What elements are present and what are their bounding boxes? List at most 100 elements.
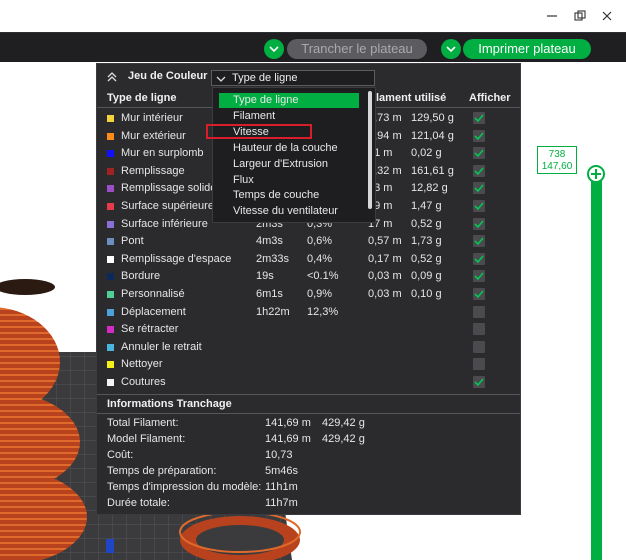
main-toolbar: Trancher le plateau Imprimer plateau	[0, 32, 626, 62]
row-length: 0,57 m	[368, 235, 402, 248]
dropdown-option[interactable]: Vitesse du ventilateur	[233, 205, 338, 217]
slice-plate-button[interactable]: Trancher le plateau	[287, 39, 427, 59]
row-weight: 0,52 g	[411, 217, 442, 230]
summary-title: Informations Tranchage	[107, 398, 232, 410]
summary-weight: 429,42 g	[322, 433, 365, 445]
row-weight: 121,04 g	[411, 129, 454, 142]
color-swatch	[107, 185, 114, 193]
display-checkbox[interactable]	[473, 340, 485, 353]
color-swatch	[107, 291, 114, 298]
summary-value: 10,73	[265, 449, 293, 461]
checkmark-icon	[474, 220, 484, 228]
row-time: 1h22m	[256, 305, 290, 318]
row-label: Personnalisé	[121, 288, 185, 300]
checkmark-icon	[474, 149, 484, 158]
row-weight: 129,50 g	[411, 112, 454, 124]
color-swatch	[107, 220, 114, 228]
display-checkbox[interactable]	[473, 112, 485, 124]
summary-divider-top	[97, 394, 520, 395]
dropdown-option[interactable]: Type de ligne	[233, 94, 298, 106]
layer-slider-track[interactable]	[591, 172, 602, 560]
dropdown-scrollbar[interactable]	[368, 91, 372, 209]
line-type-row: Annuler le retrait	[97, 339, 520, 357]
display-checkbox[interactable]	[473, 182, 485, 195]
display-checkbox[interactable]	[473, 235, 485, 248]
summary-label: Durée totale:	[107, 497, 170, 509]
display-checkbox[interactable]	[473, 288, 485, 300]
display-checkbox[interactable]	[473, 129, 485, 142]
summary-row: Model Filament: 141,69 m 429,42 g	[97, 432, 520, 448]
color-swatch	[107, 361, 114, 369]
display-checkbox[interactable]	[473, 376, 485, 388]
color-swatch	[107, 343, 114, 351]
summary-value: 11h1m	[265, 481, 298, 493]
row-time: 2m33s	[256, 252, 290, 265]
line-type-row: Remplissage d'espace 2m33s 0,4% 0,17 m 0,52 …	[97, 251, 520, 269]
line-type-row: Se rétracter	[97, 321, 520, 339]
layer-slider-handle[interactable]	[587, 165, 605, 183]
checkmark-icon	[474, 378, 484, 387]
collapse-chevron-icon[interactable]	[105, 70, 119, 84]
display-checkbox[interactable]	[473, 200, 485, 212]
line-type-row: Coutures	[97, 374, 520, 392]
checkmark-icon	[474, 184, 484, 193]
checkmark-icon	[474, 272, 484, 281]
print-options-chevron-icon[interactable]	[441, 39, 461, 59]
row-weight: 0,52 g	[411, 252, 442, 265]
summary-value: 141,69 m	[265, 417, 311, 429]
color-swatch	[107, 132, 114, 140]
row-label: Remplissage	[121, 164, 185, 177]
dropdown-option[interactable]: Filament	[233, 110, 275, 122]
plus-icon	[591, 169, 601, 179]
checkmark-icon	[474, 132, 484, 140]
line-type-row: Déplacement 1h22m 12,3%	[97, 304, 520, 322]
dropdown-option[interactable]: Temps de couche	[233, 189, 319, 201]
line-type-row: Bordure 19s <0.1% 0,03 m 0,09 g	[97, 268, 520, 286]
display-checkbox[interactable]	[473, 305, 485, 318]
layer-number: 738	[548, 149, 566, 160]
color-swatch	[107, 150, 114, 158]
dropdown-option[interactable]: Flux	[233, 174, 254, 186]
chevron-down-icon	[216, 76, 226, 82]
display-checkbox[interactable]	[473, 217, 485, 230]
summary-value: 11h7m	[265, 497, 298, 509]
row-label: Se rétracter	[121, 323, 179, 336]
line-type-row: Personnalisé 6m1s 0,9% 0,03 m 0,10 g	[97, 286, 520, 304]
summary-label: Coût:	[107, 449, 134, 461]
restore-icon[interactable]	[573, 9, 587, 23]
dropdown-option[interactable]: Hauteur de la couche	[233, 142, 338, 154]
color-swatch	[107, 115, 114, 122]
color-swatch	[107, 255, 114, 263]
display-checkbox[interactable]	[473, 323, 485, 336]
color-swatch	[107, 273, 114, 281]
view-type-select[interactable]: Type de ligne	[211, 70, 375, 86]
line-type-row: Nettoyer	[97, 356, 520, 374]
display-checkbox[interactable]	[473, 358, 485, 371]
summary-weight: 429,42 g	[322, 417, 365, 429]
row-length: 0,03 m	[368, 288, 402, 300]
summary-label: Model Filament:	[107, 433, 186, 445]
color-swatch	[107, 308, 114, 316]
row-label: Déplacement	[121, 305, 186, 318]
print-plate-button[interactable]: Imprimer plateau	[463, 39, 591, 59]
row-weight: 1,47 g	[411, 200, 442, 212]
row-weight: 161,61 g	[411, 164, 454, 177]
title-bar	[0, 0, 626, 32]
minimize-icon[interactable]	[545, 9, 559, 23]
checkmark-icon	[474, 114, 484, 123]
row-percent: <0.1%	[307, 270, 339, 283]
slice-options-chevron-icon[interactable]	[264, 39, 284, 59]
checkmark-icon	[474, 237, 484, 246]
row-label: Surface supérieure	[121, 200, 214, 212]
row-percent: 0,4%	[307, 252, 333, 265]
summary-row: Coût: 10,73	[97, 448, 520, 464]
display-checkbox[interactable]	[473, 164, 485, 177]
row-label: Annuler le retrait	[121, 340, 202, 353]
display-checkbox[interactable]	[473, 270, 485, 283]
dropdown-option[interactable]: Largeur d'Extrusion	[233, 158, 328, 170]
display-checkbox[interactable]	[473, 252, 485, 265]
row-label: Remplissage d'espace	[121, 252, 232, 265]
display-checkbox[interactable]	[473, 147, 485, 160]
close-icon[interactable]	[600, 9, 614, 23]
summary-label: Temps d'impression du modèle:	[107, 481, 262, 493]
